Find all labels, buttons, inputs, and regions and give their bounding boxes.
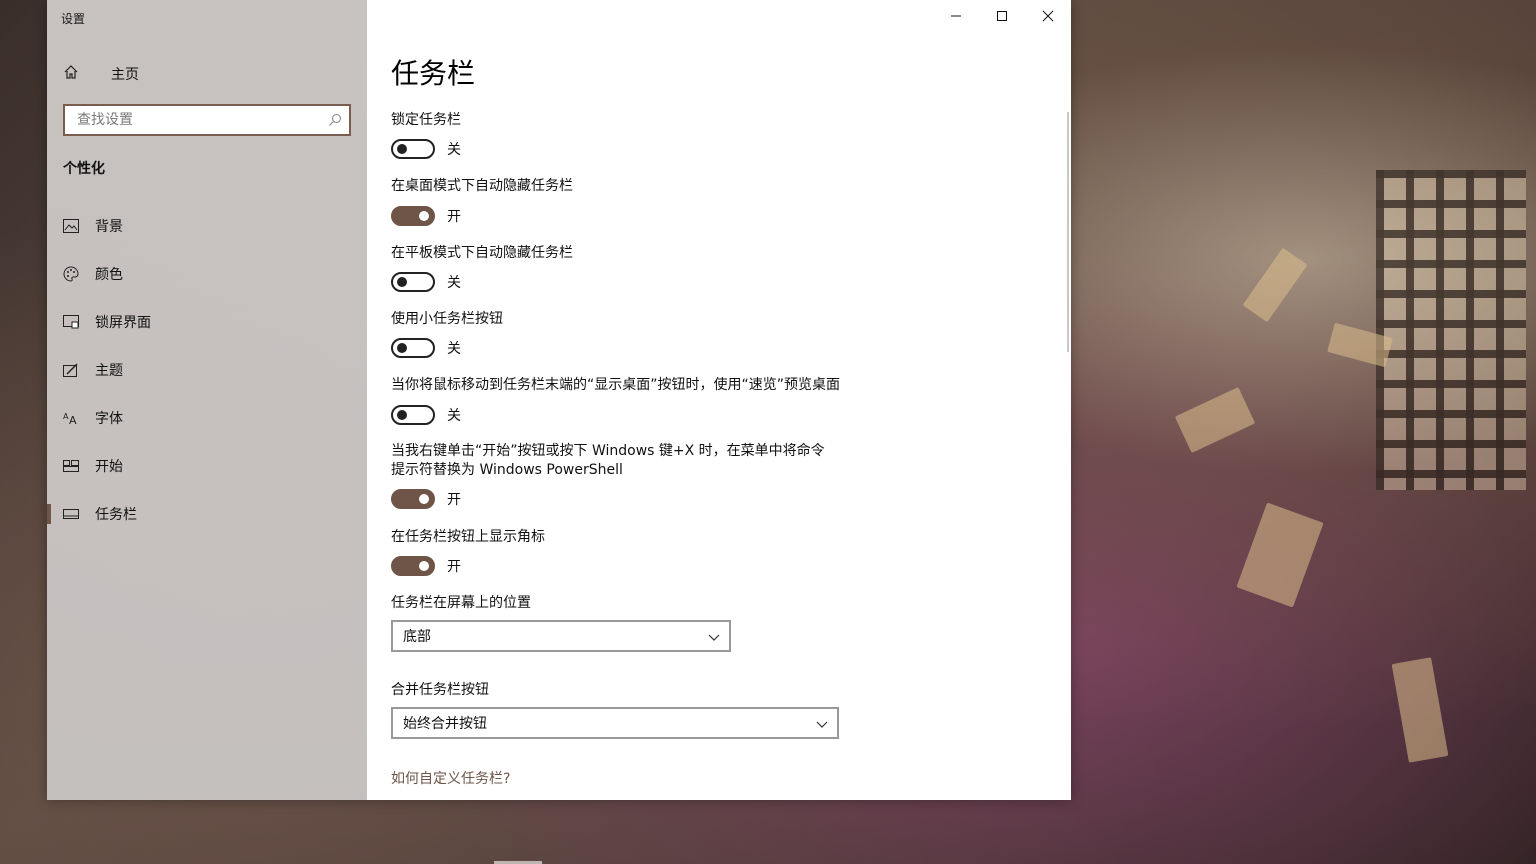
badges-row: 开 <box>391 555 461 577</box>
sidebar-item-start[interactable]: 开始 <box>47 448 367 484</box>
autohide-desktop-row: 开 <box>391 205 461 227</box>
close-icon <box>1042 7 1054 26</box>
sidebar-item-taskbar[interactable]: 任务栏 <box>47 496 367 532</box>
taskbar-icon <box>63 506 79 522</box>
wallpaper-leaf <box>1236 502 1324 608</box>
sidebar-item-label: 字体 <box>95 411 123 427</box>
close-button[interactable] <box>1025 0 1071 32</box>
title-bar <box>367 0 1071 32</box>
setting-label: 在平板模式下自动隐藏任务栏 <box>391 245 573 261</box>
toggle-state: 关 <box>447 408 461 424</box>
minimize-icon <box>950 7 962 26</box>
font-icon: AA <box>63 410 79 426</box>
picture-icon <box>63 218 79 234</box>
maximize-button[interactable] <box>979 0 1025 32</box>
setting-label: 使用小任务栏按钮 <box>391 311 503 327</box>
home-label: 主页 <box>111 67 139 83</box>
sidebar-item-label: 颜色 <box>95 267 123 283</box>
lock-taskbar-toggle[interactable] <box>391 139 435 159</box>
setting-label: 在桌面模式下自动隐藏任务栏 <box>391 178 573 194</box>
wallpaper-leaf <box>1391 657 1449 763</box>
sidebar-item-colors[interactable]: 颜色 <box>47 256 367 292</box>
sidebar-item-label: 开始 <box>95 459 123 475</box>
search-box[interactable] <box>63 104 351 136</box>
minimize-button[interactable] <box>933 0 979 32</box>
toggle-state: 关 <box>447 142 461 158</box>
lock-screen-icon <box>63 314 79 330</box>
wallpaper-leaf <box>1174 387 1256 453</box>
position-dropdown[interactable]: 底部 <box>391 620 731 652</box>
sidebar-item-lock-screen[interactable]: 锁屏界面 <box>47 304 367 340</box>
setting-label: 合并任务栏按钮 <box>391 682 489 698</box>
wallpaper-leaf <box>1242 247 1308 323</box>
app-title: 设置 <box>61 12 86 26</box>
badges-toggle[interactable] <box>391 556 435 576</box>
start-icon <box>63 458 79 474</box>
toggle-state: 开 <box>447 209 461 225</box>
settings-window: 设置 主页 个性化 背景 颜色 锁屏界面 主题 <box>47 0 1071 800</box>
toggle-state: 开 <box>447 559 461 575</box>
autohide-tablet-row: 关 <box>391 271 461 293</box>
combine-dropdown[interactable]: 始终合并按钮 <box>391 707 839 739</box>
powershell-toggle[interactable] <box>391 489 435 509</box>
search-input[interactable] <box>75 111 319 129</box>
search-icon[interactable] <box>327 112 343 132</box>
peek-row: 关 <box>391 404 461 426</box>
small-buttons-toggle[interactable] <box>391 338 435 358</box>
toggle-state: 开 <box>447 492 461 508</box>
small-buttons-row: 关 <box>391 337 461 359</box>
home-icon <box>63 64 95 84</box>
peek-toggle[interactable] <box>391 405 435 425</box>
wallpaper-lattice <box>1376 170 1526 490</box>
chevron-down-icon <box>707 630 721 648</box>
sidebar: 设置 主页 个性化 背景 颜色 锁屏界面 主题 <box>47 0 367 800</box>
dropdown-value: 始终合并按钮 <box>403 716 487 732</box>
setting-label: 当你将鼠标移动到任务栏末端的“显示桌面”按钮时，使用“速览”预览桌面 <box>391 377 841 393</box>
toggle-state: 关 <box>447 341 461 357</box>
setting-label: 任务栏在屏幕上的位置 <box>391 595 531 611</box>
home-nav-button[interactable]: 主页 <box>63 62 139 86</box>
chevron-down-icon <box>815 717 829 735</box>
sidebar-item-fonts[interactable]: AA 字体 <box>47 400 367 436</box>
dropdown-value: 底部 <box>403 629 431 645</box>
palette-icon <box>63 266 79 282</box>
setting-label: 在任务栏按钮上显示角标 <box>391 529 545 545</box>
help-link[interactable]: 如何自定义任务栏? <box>391 768 510 788</box>
sidebar-item-label: 主题 <box>95 363 123 379</box>
sidebar-item-background[interactable]: 背景 <box>47 208 367 244</box>
content-pane: 任务栏 锁定任务栏 关 在桌面模式下自动隐藏任务栏 开 在平板模式下自动隐藏任务… <box>367 0 1071 800</box>
autohide-tablet-toggle[interactable] <box>391 272 435 292</box>
section-title: 个性化 <box>63 161 105 177</box>
autohide-desktop-toggle[interactable] <box>391 206 435 226</box>
powershell-row: 开 <box>391 488 461 510</box>
theme-icon <box>63 362 79 378</box>
toggle-state: 关 <box>447 275 461 291</box>
setting-label: 当我右键单击“开始”按钮或按下 Windows 键+X 时，在菜单中将命令提示符… <box>391 443 825 478</box>
sidebar-item-label: 任务栏 <box>95 507 137 523</box>
page-title: 任务栏 <box>391 57 476 90</box>
sidebar-item-themes[interactable]: 主题 <box>47 352 367 388</box>
maximize-icon <box>996 7 1008 26</box>
scrollbar[interactable] <box>1067 112 1069 352</box>
setting-label: 锁定任务栏 <box>391 112 461 128</box>
lock-taskbar-row: 关 <box>391 138 461 160</box>
sidebar-item-label: 锁屏界面 <box>95 315 151 331</box>
svg-text:A: A <box>69 414 77 425</box>
sidebar-item-label: 背景 <box>95 219 123 235</box>
